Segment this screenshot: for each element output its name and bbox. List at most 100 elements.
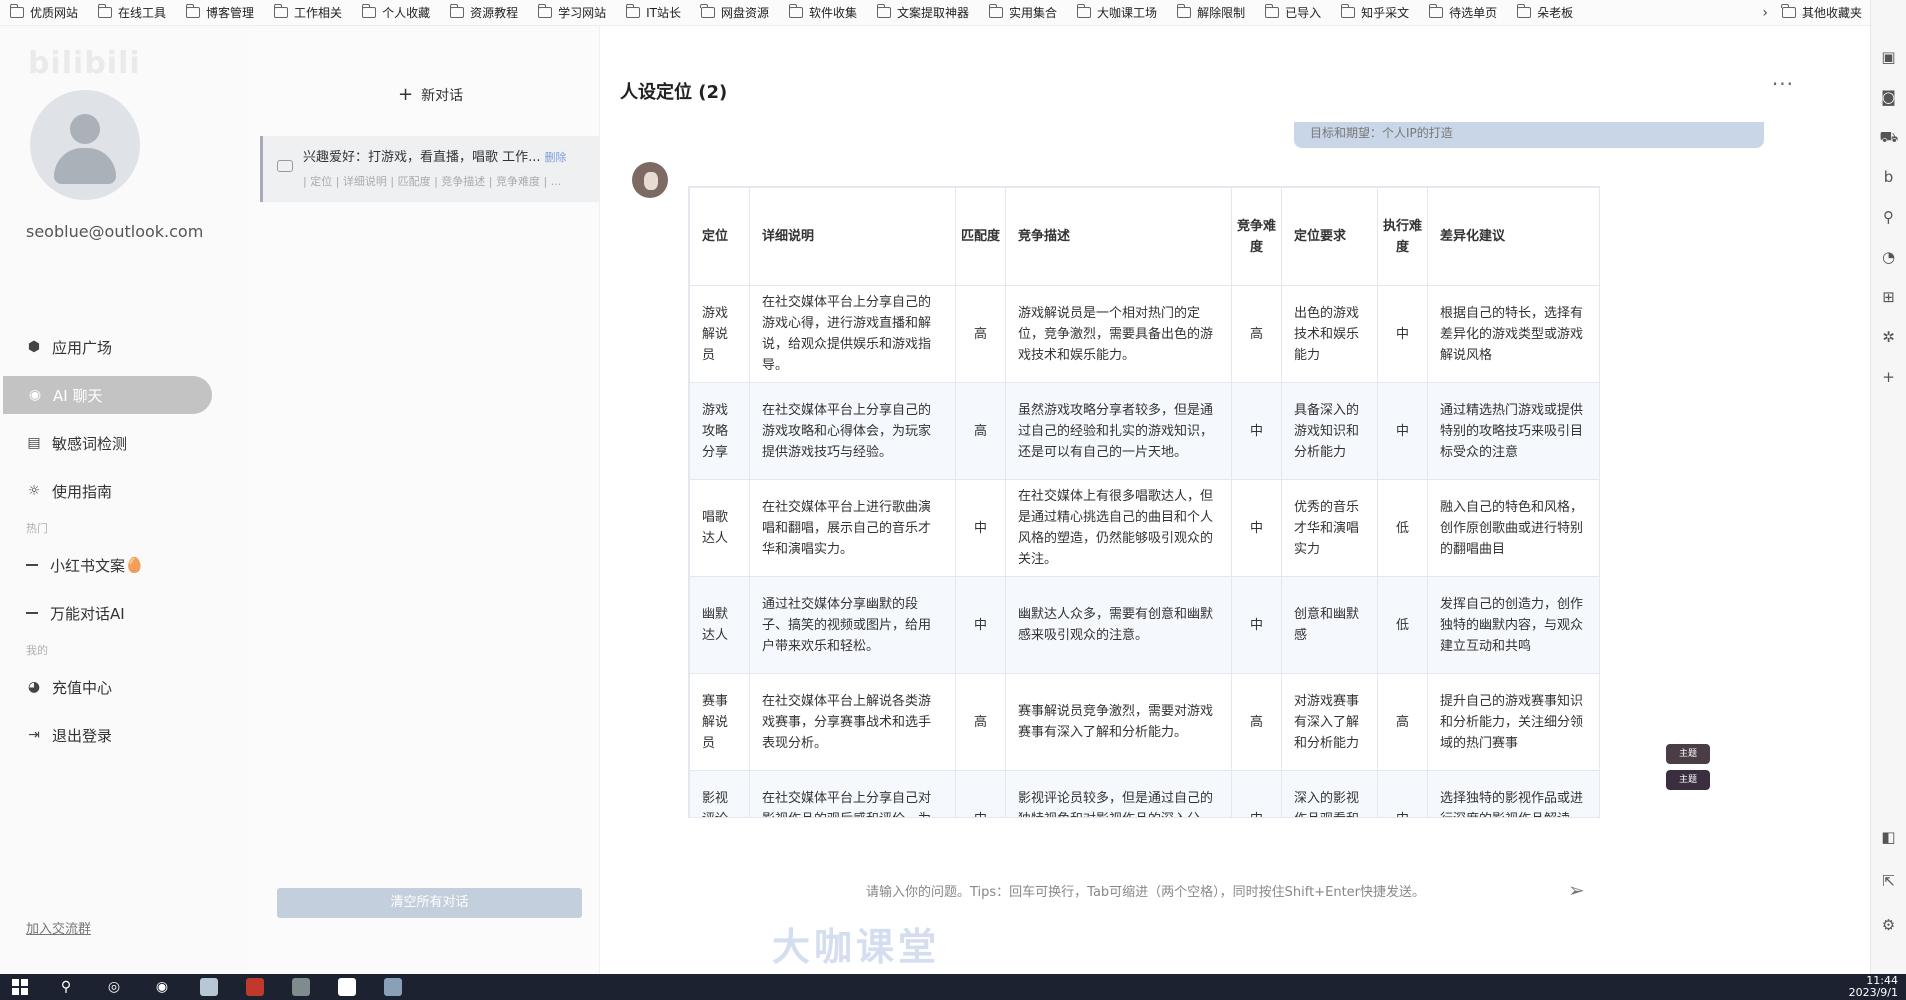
bookmark-label: 网盘资源 [720,6,769,20]
bookmark-item[interactable]: 大咖课工场 [1076,4,1157,21]
sidebar-item-sensitive-words[interactable]: ▤ 敏感词检测 [0,424,250,462]
bookmark-item[interactable]: 文案提取神器 [876,4,969,21]
bookmark-label: 朵老板 [1537,6,1574,20]
browser-icon[interactable]: ◎ [104,977,124,997]
search-icon[interactable]: ⚲ [1880,208,1898,226]
join-group-link[interactable]: 加入交流群 [26,918,91,937]
conversation-title: 兴趣爱好：打游戏，看直播，唱歌 工作... 删除 [303,146,592,165]
theme-tag-2[interactable]: 主题 [1666,770,1710,790]
table-cell: 提升自己的游戏赛事知识和分析能力，关注细分领域的热门赛事 [1427,673,1599,771]
settings-app-icon[interactable]: ✲ [1880,328,1898,346]
bookmark-label: IT站长 [646,6,681,20]
game-icon[interactable]: ⊞ [1880,288,1898,306]
folder-icon [361,4,377,18]
avatar[interactable] [30,90,140,200]
column-header: 定位 [689,187,750,286]
bookmark-item[interactable]: 网盘资源 [700,4,769,21]
sidebar-item-universal-ai[interactable]: 万能对话AI [0,594,250,632]
new-chat-button[interactable]: + 新对话 [398,84,463,105]
bookmark-item[interactable]: 优质网站 [9,4,79,21]
dash-icon [26,612,38,614]
system-clock[interactable]: 11:44 2023/9/1 [1849,975,1898,999]
bookmark-label: 其他收藏夹 [1801,6,1862,20]
folder-icon [1516,4,1532,18]
app-icon[interactable] [246,978,264,996]
delete-conversation-button[interactable]: 删除 [545,151,567,164]
bookmark-item[interactable]: 已导入 [1264,4,1321,21]
folder-icon [1781,4,1796,18]
clear-all-button[interactable]: 清空所有对话 [277,888,582,918]
bookmark-item[interactable]: 知乎采文 [1340,4,1409,21]
shopping-icon[interactable]: ⛟ [1880,128,1899,146]
table-row: 赛事解说员 在社交媒体平台上解说各类游戏赛事，分享赛事战术和选手表现分析。高赛事解… [689,673,1599,771]
bookmark-label: 优质网站 [30,6,79,20]
sidebar-item-xiaohongshu[interactable]: 小红书文案 🥚 [0,546,250,584]
chat-icon [277,160,293,172]
conversation-title-text: 兴趣爱好：打游戏，看直播，唱歌 工作... [303,150,541,165]
table-cell: 高 [955,673,1006,771]
bookmark-item[interactable]: 个人收藏 [361,4,430,21]
bookmark-label: 工作相关 [294,6,343,20]
table-cell: 中 [955,770,1006,817]
split-view-icon[interactable]: ◧ [1880,828,1898,846]
table-cell: 发挥自己的创造力，创作独特的幽默内容，与观众建立互动和共鸣 [1427,576,1599,674]
add-icon[interactable]: + [1880,368,1898,386]
table-cell: 中 [955,576,1006,674]
sidebar-item-logout[interactable]: ⇥ 退出登录 [0,716,250,754]
bing-icon[interactable]: b [1880,168,1898,186]
chrome-icon[interactable]: ◉ [152,977,172,997]
table-header-row: 定位 详细说明 匹配度 竞争描述 竞争难度 定位要求 执行难度 差异化建议 [689,187,1599,286]
column-header: 执行难度 [1377,187,1428,286]
table-cell: 游戏解说员 [689,285,750,383]
sun-icon: ☼ [27,483,41,499]
text-editor-icon[interactable] [338,978,356,996]
bookmark-item[interactable]: 解除限制 [1176,4,1245,21]
sidebar-item-label: 使用指南 [52,482,113,501]
send-icon[interactable]: ➢ [1568,878,1590,902]
briefcase-icon[interactable]: ▣ [1880,48,1898,66]
bookmark-item[interactable]: 资源教程 [449,4,518,21]
windows-start-icon[interactable] [12,979,28,995]
bookmark-item[interactable]: 实用集合 [988,4,1057,21]
bookmark-item[interactable]: IT站长 [625,4,681,21]
user-circle-icon: ◕ [27,679,41,695]
more-options-icon[interactable]: ··· [1772,72,1794,96]
office-icon[interactable]: ◙ [1880,88,1898,106]
bookmark-item[interactable]: 工作相关 [273,4,343,21]
folder-icon [1340,4,1356,18]
bookmark-item[interactable]: 朵老板 [1516,4,1574,21]
folder-icon[interactable] [292,978,310,996]
app-icon[interactable] [200,978,218,996]
other-bookmarks[interactable]: 其他收藏夹 [1781,4,1862,21]
bookmark-item[interactable]: 软件收集 [788,4,857,21]
chat-input[interactable]: 请输入你的问题。Tips：回车可换行，Tab可缩进（两个空格），同时按住Shif… [866,881,1425,900]
conversation-preview: | 定位 | 详细说明 | 匹配度 | 竞争描述 | 竞争难度 | ... [303,175,562,188]
sidebar-item-guide[interactable]: ☼ 使用指南 [0,472,250,510]
bookmark-item[interactable]: 在线工具 [97,4,167,21]
app-icon[interactable] [384,978,402,996]
bookmark-label: 在线工具 [118,6,167,20]
sidebar-item-ai-chat[interactable]: ◉ AI 聊天 [3,376,212,414]
sidebar-item-recharge[interactable]: ◕ 充值中心 [0,668,250,706]
sidebar-item-label: 应用广场 [52,338,113,357]
bookmark-label: 学习网站 [558,6,607,20]
bookmark-item[interactable]: 学习网站 [537,4,607,21]
chevron-right-icon[interactable]: › [1762,5,1768,21]
bookmark-item[interactable]: 博客管理 [185,4,254,21]
table-cell: 影视评论员 [689,770,750,817]
conversation-item[interactable]: 兴趣爱好：打游戏，看直播，唱歌 工作... 删除 | 定位 | 详细说明 | 匹配… [260,136,600,202]
table-row: 游戏攻略分享 在社交媒体平台上分享自己的游戏攻略和心得体会，为玩家提供游戏技巧与经… [689,382,1599,480]
bookmark-item[interactable]: 待选单页 [1428,4,1497,21]
sidebar-nav: ⬢ 应用广场 ◉ AI 聊天 ▤ 敏感词检测 ☼ 使用指南 热门 小红书文案 🥚… [0,328,250,764]
column-header: 竞争描述 [1005,187,1232,286]
sidebar-item-app-square[interactable]: ⬢ 应用广场 [0,328,250,366]
table-cell: 游戏攻略分享 [689,382,750,480]
gear-icon[interactable]: ⚙ [1880,916,1898,934]
page-title: 人设定位 (2) [620,82,728,103]
circle-app-icon[interactable]: ◔ [1880,248,1898,266]
search-icon[interactable]: ⚲ [56,977,76,997]
theme-tag-1[interactable]: 主题 [1666,744,1710,764]
sidebar-item-label: 退出登录 [52,726,113,745]
table-cell: 出色的游戏技术和娱乐能力 [1281,285,1378,383]
external-link-icon[interactable]: ⇱ [1880,872,1898,890]
